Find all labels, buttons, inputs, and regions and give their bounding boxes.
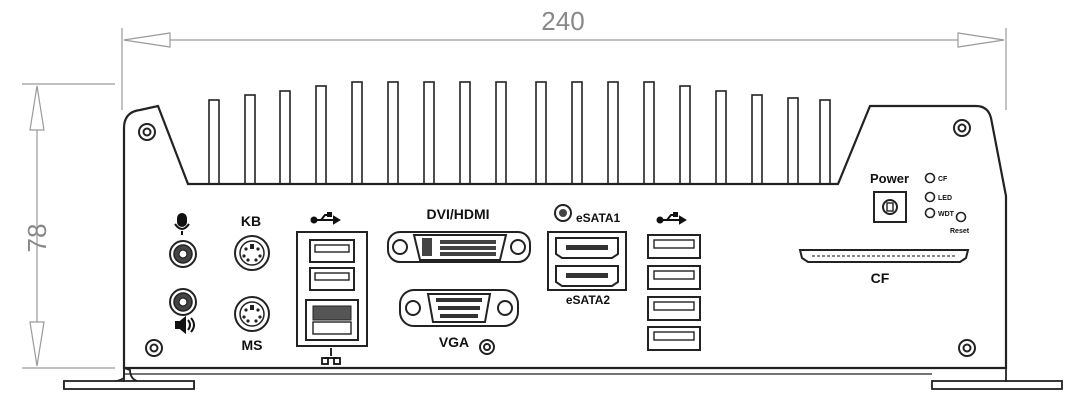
drawing-canvas: 240 78 KB MS DVI/HDMI VGA eSATA1 eSATA2 … xyxy=(22,6,1063,390)
fin xyxy=(679,85,691,185)
screw-hole xyxy=(958,339,976,357)
fin xyxy=(787,97,799,185)
usb-port xyxy=(309,239,355,263)
fin xyxy=(751,94,763,185)
usb-icon xyxy=(310,212,341,225)
mouse-ps2-port xyxy=(234,296,270,332)
esata1-label: eSATA1 xyxy=(576,211,621,225)
fin xyxy=(315,85,327,185)
esata-screw xyxy=(554,204,572,222)
fin xyxy=(208,99,220,185)
usb-port xyxy=(647,234,701,259)
fin xyxy=(643,81,655,185)
mounting-foot-left xyxy=(63,366,195,390)
usb-icon xyxy=(656,212,687,225)
fin xyxy=(459,81,471,185)
fin xyxy=(244,94,256,185)
esata2-port xyxy=(555,265,619,287)
keyboard-ps2-port xyxy=(234,235,270,271)
reset-button xyxy=(955,211,967,223)
usb-port xyxy=(647,326,701,351)
esata1-port xyxy=(555,237,619,259)
fin xyxy=(715,90,727,185)
fin xyxy=(535,81,547,185)
screw-hole xyxy=(138,123,156,141)
ms-label: MS xyxy=(242,337,263,353)
device-front-panel-drawing: 240 78 KB MS DVI/HDMI VGA eSATA1 eSATA2 … xyxy=(0,0,1066,394)
fin xyxy=(495,81,507,185)
microphone-icon xyxy=(174,213,190,235)
power-label: Power xyxy=(870,171,909,186)
esata2-label: eSATA2 xyxy=(566,293,611,307)
usb-port xyxy=(647,265,701,290)
width-arrow-right xyxy=(957,32,1005,48)
fin xyxy=(607,81,619,185)
kb-label: KB xyxy=(241,213,261,229)
screw-hole xyxy=(953,119,971,137)
usb-port xyxy=(309,267,355,291)
dvi-hdmi-port xyxy=(387,231,531,263)
height-dimension-label: 78 xyxy=(22,224,52,253)
vga-label: VGA xyxy=(439,334,469,350)
vga-port xyxy=(399,289,519,327)
led-indicator xyxy=(924,207,936,219)
heatsink-fins xyxy=(208,81,831,185)
line-out-jack xyxy=(169,288,197,316)
led3-label: WDT xyxy=(938,211,955,218)
fin xyxy=(351,81,363,185)
mounting-foot-right xyxy=(931,380,1063,390)
fin xyxy=(387,81,399,185)
height-arrow-top xyxy=(29,85,45,131)
fin xyxy=(423,81,435,185)
fin xyxy=(279,90,291,185)
usb-port xyxy=(647,296,701,321)
screw-hole xyxy=(145,339,163,357)
led-indicator xyxy=(924,191,936,203)
dvi-hdmi-label: DVI/HDMI xyxy=(427,206,490,222)
width-arrow-left xyxy=(123,32,171,48)
cf-label: CF xyxy=(871,270,890,286)
height-arrow-bottom xyxy=(29,321,45,367)
width-dimension-label: 240 xyxy=(541,6,584,36)
led-indicator xyxy=(924,172,936,184)
led1-label: CF xyxy=(938,176,948,183)
mic-in-jack xyxy=(169,240,197,268)
reset-label: Reset xyxy=(950,228,970,235)
fin xyxy=(571,81,583,185)
speaker-icon xyxy=(175,315,195,335)
screw-hole xyxy=(479,339,495,355)
led2-label: LED xyxy=(938,195,952,202)
network-icon xyxy=(321,348,341,365)
cf-card-slot xyxy=(798,249,970,263)
fin xyxy=(819,99,831,185)
power-button xyxy=(873,191,907,223)
lan-port xyxy=(305,299,359,341)
